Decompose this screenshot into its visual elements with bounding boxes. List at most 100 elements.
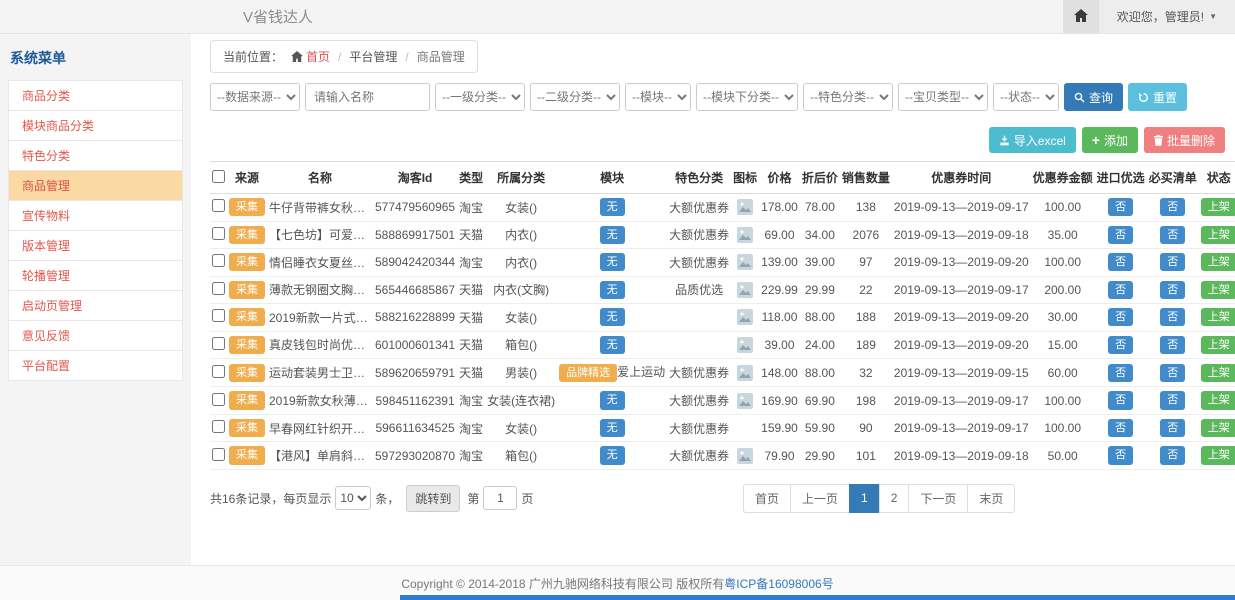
add-button[interactable]: + 添加 (1082, 127, 1138, 153)
import-select-toggle[interactable]: 否 (1108, 446, 1133, 464)
filter-select[interactable]: --特色分类-- (803, 83, 893, 111)
import-select-toggle[interactable]: 否 (1108, 281, 1133, 299)
row-checkbox[interactable] (212, 393, 225, 406)
status-toggle[interactable]: 上架 (1201, 419, 1235, 437)
row-checkbox[interactable] (212, 337, 225, 350)
row-checkbox[interactable] (212, 365, 225, 378)
sidebar-item-sub[interactable]: 版本管理 (8, 230, 183, 261)
page-button[interactable]: 下一页 (908, 484, 968, 513)
row-checkbox[interactable] (212, 282, 225, 295)
import-select-toggle[interactable]: 否 (1108, 364, 1133, 382)
must-buy-toggle[interactable]: 否 (1160, 226, 1185, 244)
home-button[interactable] (1063, 0, 1099, 33)
filter-select[interactable]: --模块下分类-- (696, 83, 798, 111)
cell-icon (731, 387, 759, 415)
status-toggle[interactable]: 上架 (1201, 281, 1235, 299)
icp-link[interactable]: 粤ICP备16098006号 (724, 575, 833, 592)
sidebar-item-sub[interactable]: 平台配置 (8, 350, 183, 381)
status-toggle[interactable]: 上架 (1201, 446, 1235, 464)
search-button[interactable]: 查询 (1064, 83, 1123, 111)
page-button[interactable]: 上一页 (790, 484, 850, 513)
select-all-checkbox[interactable] (212, 170, 225, 183)
sidebar-item-sub[interactable]: 启动页管理 (8, 290, 183, 321)
cell-checkbox (210, 442, 227, 470)
breadcrumb-home-link[interactable]: 首页 (306, 48, 330, 65)
row-checkbox[interactable] (212, 227, 225, 240)
cell-source: 采集 (227, 387, 267, 415)
search-icon (1074, 92, 1085, 103)
import-select-toggle[interactable]: 否 (1108, 198, 1133, 216)
cell-type: 淘宝 (457, 442, 485, 470)
sidebar-item-sub[interactable]: 意见反馈 (8, 320, 183, 351)
must-buy-toggle[interactable]: 否 (1160, 391, 1185, 409)
user-menu[interactable]: 欢迎您，管理员! ▼ (1099, 0, 1235, 33)
filter-select[interactable]: --宝贝类型-- (898, 83, 988, 111)
import-select-toggle[interactable]: 否 (1108, 419, 1133, 437)
product-table: 来源名称淘客Id类型所属分类模块特色分类图标价格折后价销售数量优惠券时间优惠券金… (210, 161, 1235, 470)
import-select-toggle[interactable]: 否 (1108, 308, 1133, 326)
filter-select[interactable]: --二级分类-- (530, 83, 620, 111)
data-source-select[interactable]: --数据来源-- (210, 83, 300, 111)
page-button[interactable]: 末页 (967, 484, 1015, 513)
per-page-select[interactable]: 10 (335, 486, 371, 510)
filter-select[interactable]: --一级分类-- (435, 83, 525, 111)
sidebar-item-sub[interactable]: 宣传物料 (8, 200, 183, 231)
cell-feature: 大额优惠券 (667, 414, 731, 442)
row-checkbox[interactable] (212, 448, 225, 461)
cell-import-select: 否 (1095, 249, 1147, 277)
must-buy-toggle[interactable]: 否 (1160, 308, 1185, 326)
status-toggle[interactable]: 上架 (1201, 198, 1235, 216)
column-header: 模块 (557, 162, 667, 194)
page-number-input[interactable] (483, 486, 517, 510)
pagination-bar: 共16条记录，每页显示 10 条， 跳转到 第 页 首页上一页12下一页末页 (210, 484, 1225, 513)
column-header: 进口优选 (1095, 162, 1147, 194)
status-toggle[interactable]: 上架 (1201, 336, 1235, 354)
filter-select[interactable]: --状态-- (993, 83, 1059, 111)
cell-sales: 90 (840, 414, 892, 442)
name-search-input[interactable] (305, 83, 430, 111)
cell-checkbox (210, 221, 227, 249)
cell-taoke-id: 577479560965 (373, 194, 457, 222)
must-buy-toggle[interactable]: 否 (1160, 336, 1185, 354)
filter-select[interactable]: --模块-- (625, 83, 691, 111)
must-buy-toggle[interactable]: 否 (1160, 253, 1185, 271)
cell-import-select: 否 (1095, 442, 1147, 470)
product-table-body: 采集牛仔背带裤女秋装减龄...577479560965淘宝女装()无大额优惠券1… (210, 194, 1235, 470)
cell-coupon-time: 2019-09-13—2019-09-18 (892, 221, 1031, 249)
status-toggle[interactable]: 上架 (1201, 364, 1235, 382)
must-buy-toggle[interactable]: 否 (1160, 198, 1185, 216)
must-buy-toggle[interactable]: 否 (1160, 364, 1185, 382)
cell-name: 真皮钱包时尚优雅女士... (267, 331, 373, 359)
breadcrumb-item[interactable]: 平台管理 (349, 48, 397, 65)
cell-coupon-amount: 60.00 (1031, 359, 1095, 387)
status-toggle[interactable]: 上架 (1201, 308, 1235, 326)
row-checkbox[interactable] (212, 254, 225, 267)
sidebar-item-sub[interactable]: 轮播管理 (8, 260, 183, 291)
caret-down-icon: ▼ (1209, 12, 1217, 21)
import-select-toggle[interactable]: 否 (1108, 226, 1133, 244)
import-select-toggle[interactable]: 否 (1108, 391, 1133, 409)
sidebar-item-sub[interactable]: 商品管理 (8, 170, 183, 201)
row-checkbox[interactable] (212, 309, 225, 322)
status-toggle[interactable]: 上架 (1201, 253, 1235, 271)
jump-button[interactable]: 跳转到 (406, 485, 460, 512)
sidebar-item-sub[interactable]: 特色分类 (8, 140, 183, 171)
import-select-toggle[interactable]: 否 (1108, 336, 1133, 354)
source-badge: 采集 (229, 226, 265, 244)
page-button[interactable]: 2 (879, 484, 910, 513)
page-button[interactable]: 1 (849, 484, 880, 513)
batch-delete-button[interactable]: 批量删除 (1144, 127, 1225, 153)
status-toggle[interactable]: 上架 (1201, 226, 1235, 244)
must-buy-toggle[interactable]: 否 (1160, 419, 1185, 437)
must-buy-toggle[interactable]: 否 (1160, 446, 1185, 464)
reset-button[interactable]: 重置 (1128, 83, 1187, 111)
must-buy-toggle[interactable]: 否 (1160, 281, 1185, 299)
sidebar-item-sub[interactable]: 商品分类 (8, 80, 183, 111)
sidebar-item-sub[interactable]: 模块商品分类 (8, 110, 183, 141)
status-toggle[interactable]: 上架 (1201, 391, 1235, 409)
row-checkbox[interactable] (212, 199, 225, 212)
row-checkbox[interactable] (212, 420, 225, 433)
page-button[interactable]: 首页 (743, 484, 791, 513)
import-excel-button[interactable]: 导入excel (989, 127, 1076, 153)
import-select-toggle[interactable]: 否 (1108, 253, 1133, 271)
